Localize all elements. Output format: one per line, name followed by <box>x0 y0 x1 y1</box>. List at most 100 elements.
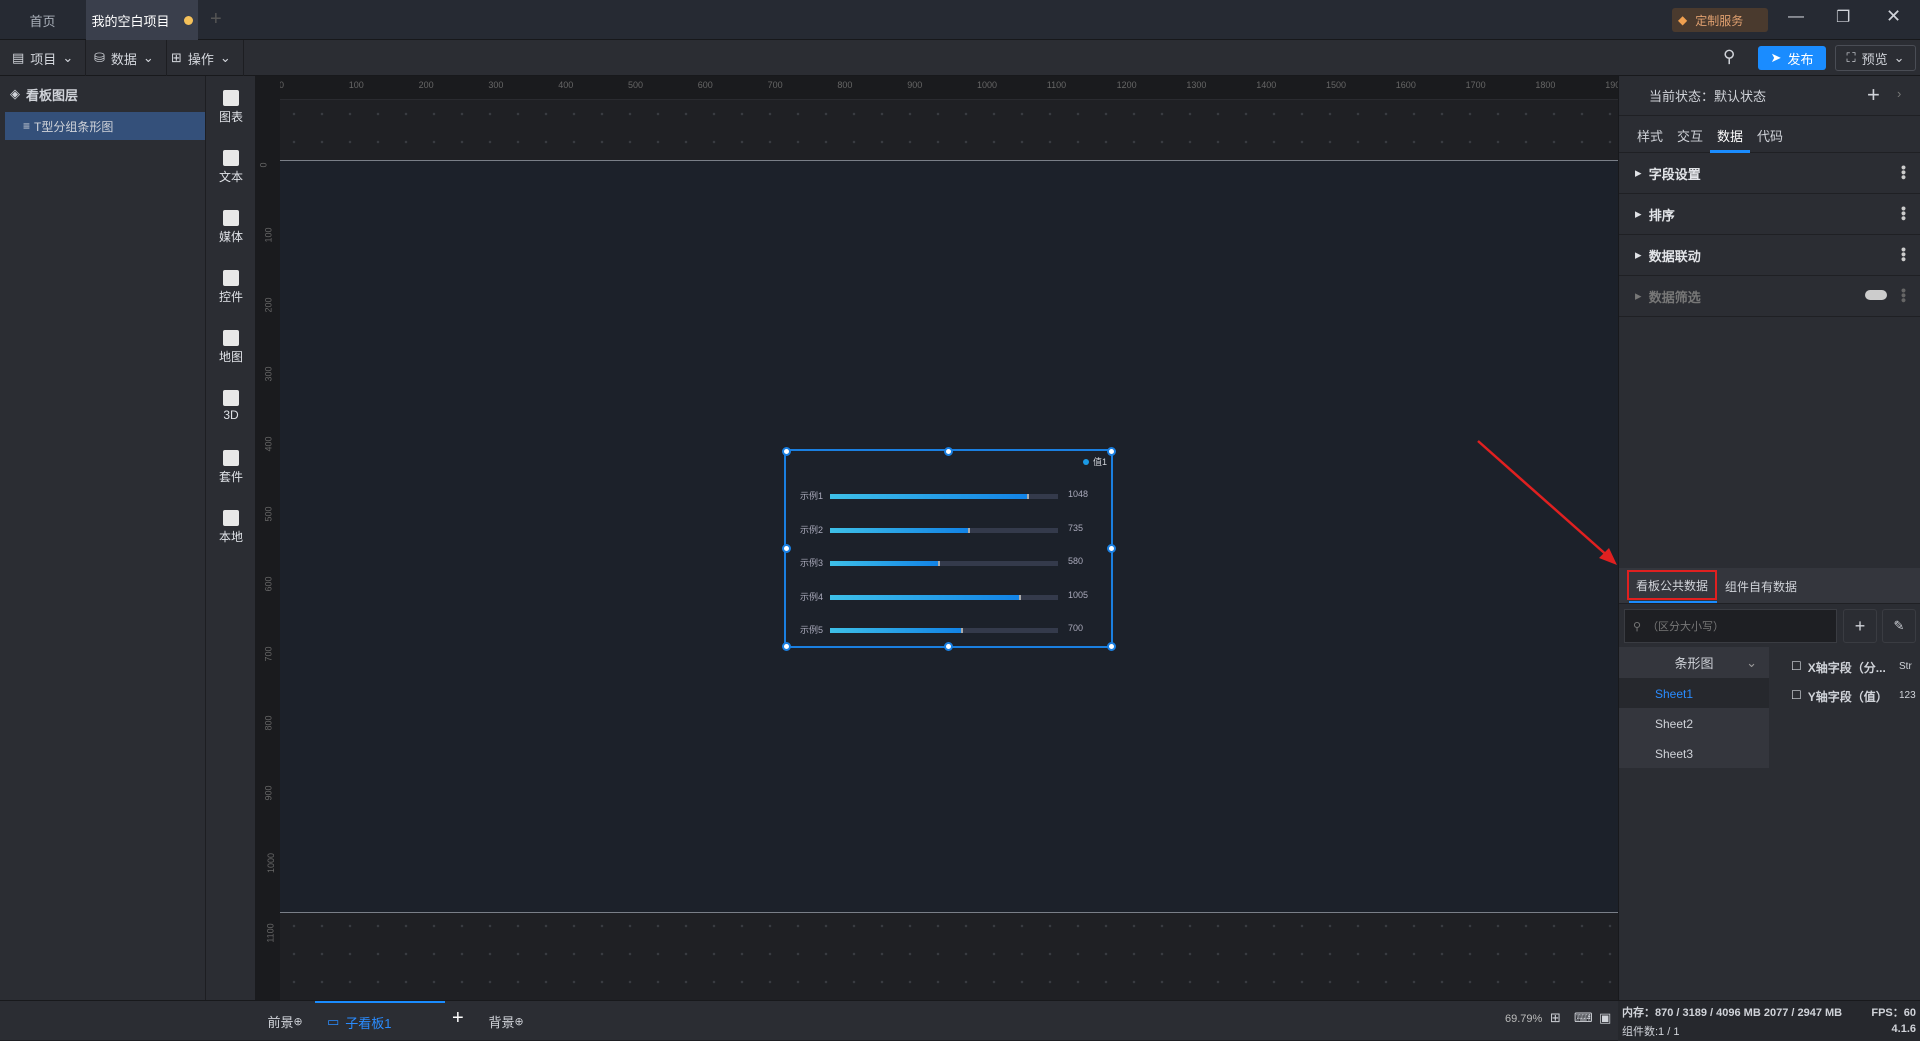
tab-data[interactable]: 数据 <box>1717 126 1743 145</box>
tab-code[interactable]: 代码 <box>1757 126 1783 145</box>
tool-kit[interactable]: 套件 <box>206 450 256 485</box>
foreground-tab[interactable]: 前景 ⊕ <box>255 1001 315 1041</box>
tab-public-data[interactable]: 看板公共数据 <box>1627 570 1717 600</box>
field-row[interactable]: ☐ X轴字段（分... <box>1791 659 1886 676</box>
checkbox[interactable]: ☐ <box>1791 659 1802 676</box>
layer-item[interactable]: ≡ T型分组条形图 <box>5 112 205 140</box>
resize-handle[interactable] <box>944 641 953 651</box>
ruler-tick-label: 1100 <box>1046 80 1067 90</box>
tool-text[interactable]: 文本 <box>206 150 256 185</box>
more-icon[interactable]: ••• <box>1896 206 1912 221</box>
bar <box>830 494 1030 499</box>
restore-button[interactable]: ❐ <box>1836 7 1850 27</box>
more-icon[interactable]: ••• <box>1896 165 1912 180</box>
chevron-right-icon[interactable]: › <box>1897 86 1901 101</box>
resize-handle[interactable] <box>944 446 953 456</box>
more-icon[interactable]: ••• <box>1896 288 1912 303</box>
tool-label: 本地 <box>218 530 243 544</box>
sheet-item-1[interactable]: Sheet1 <box>1619 678 1769 708</box>
search-icon[interactable]: ⚲ <box>1723 47 1735 67</box>
bar <box>830 594 1021 600</box>
search-input[interactable]: ⚲ （区分大小写） <box>1624 609 1837 643</box>
tool-chart[interactable]: 图表 <box>206 90 256 125</box>
foreground-label: 前景 <box>267 1014 294 1030</box>
resize-handle[interactable] <box>781 641 791 651</box>
status-panel: 内存：870 / 3189 / 4096 MB 2077 / 2947 MB F… <box>1618 1001 1920 1041</box>
tool-media[interactable]: 媒体 <box>206 210 256 245</box>
dataset-select[interactable]: 条形图 ⌄ <box>1619 647 1769 678</box>
resize-handle[interactable] <box>1106 544 1116 553</box>
close-button[interactable]: ✕ <box>1886 6 1901 27</box>
field-row[interactable]: ☐ Y轴字段（值） <box>1791 688 1888 705</box>
section-label: 数据筛选 <box>1648 289 1701 305</box>
menu-project[interactable]: ▤ 项目 ⌄ <box>0 40 87 76</box>
tab-style[interactable]: 样式 <box>1637 126 1663 145</box>
section-label: 排序 <box>1648 207 1675 223</box>
menu-operation[interactable]: ⊞ 操作 ⌄ <box>159 40 244 76</box>
bar-category-label: 示例3 <box>800 558 824 568</box>
tab-project[interactable]: 我的空白项目 <box>86 0 198 40</box>
legend-label: 值1 <box>1092 457 1107 467</box>
filter-toggle[interactable] <box>1865 290 1887 300</box>
preview-button[interactable]: ⛶ 预览 ⌄ <box>1835 45 1916 71</box>
layer-label: T型分组条形图 <box>34 119 114 134</box>
annotation-arrow <box>1477 440 1617 565</box>
tab-home[interactable]: 首页 <box>0 0 85 40</box>
resize-handle[interactable] <box>1106 641 1116 651</box>
add-state-button[interactable]: + <box>1867 82 1880 108</box>
add-board-button[interactable]: + <box>452 1007 464 1030</box>
tool-control[interactable]: 控件 <box>206 270 256 305</box>
minimize-button[interactable]: — <box>1788 8 1804 26</box>
background-tab[interactable]: 背景 ⊕ <box>476 1001 536 1041</box>
tab-interaction[interactable]: 交互 <box>1677 126 1703 145</box>
menu-data[interactable]: ⛁ 数据 ⌄ <box>82 40 167 76</box>
bar-chart-widget[interactable]: 值1 示例1 1048 示例2 735 示例3 580 示例4 1005 示例5 700 <box>781 446 1116 651</box>
bar-track <box>830 594 1058 600</box>
terminal-icon[interactable]: ▣ <box>1599 1010 1611 1026</box>
ruler-tick-label: 1400 <box>1256 80 1277 90</box>
bar-value-label: 580 <box>1068 556 1084 566</box>
vertical-ruler: 0 100 200 300 400 500 600 700 800 900 1000 1100 <box>255 76 280 1000</box>
edit-icon[interactable]: ✎ <box>1882 609 1916 643</box>
resize-handle[interactable] <box>1106 446 1116 456</box>
sheet-item-2[interactable]: Sheet2 <box>1619 708 1769 738</box>
layers-icon: ◈ <box>10 86 20 101</box>
resize-handle[interactable] <box>781 446 791 456</box>
resize-handle[interactable] <box>781 544 791 553</box>
keyboard-icon[interactable]: ⌨ <box>1574 1010 1593 1026</box>
section-data-linkage[interactable]: ▸ 数据联动 ••• <box>1619 235 1920 276</box>
tab-own-data[interactable]: 组件自有数据 <box>1725 578 1797 595</box>
ruler-tick-label: 1000 <box>266 852 277 874</box>
ruler-tick-label: 1500 <box>1326 80 1347 90</box>
section-data-filter[interactable]: ▸ 数据筛选 ••• <box>1619 276 1920 317</box>
bar-track <box>830 527 1058 533</box>
section-sort[interactable]: ▸ 排序 ••• <box>1619 194 1920 235</box>
field-name: Y轴字段（值） <box>1807 690 1888 704</box>
preview-label: 预览 <box>1861 51 1888 67</box>
tool-map[interactable]: 地图 <box>206 330 256 365</box>
add-circle-icon[interactable]: ⊕ <box>514 1015 523 1028</box>
ruler-tick-label: 300 <box>263 366 274 382</box>
tool-3d[interactable]: 3D <box>206 390 256 422</box>
add-circle-icon[interactable]: ⊕ <box>293 1015 302 1028</box>
add-dataset-button[interactable]: + <box>1843 609 1877 643</box>
tool-label: 3D <box>223 408 239 422</box>
properties-panel: 当前状态：默认状态 + › 样式 交互 数据 代码 ▸ 字段设置 ••• ▸ 排序… <box>1618 76 1920 1000</box>
ruler-tick-label: 100 <box>263 227 274 243</box>
section-field-settings[interactable]: ▸ 字段设置 ••• <box>1619 153 1920 194</box>
new-tab-button[interactable]: + <box>210 8 222 31</box>
checkbox[interactable]: ☐ <box>1791 688 1802 705</box>
bar-category-label: 示例4 <box>800 591 824 602</box>
list-icon <box>223 270 239 286</box>
more-icon[interactable]: ••• <box>1896 247 1912 262</box>
sheet-item-3[interactable]: Sheet3 <box>1619 738 1769 768</box>
bar-row: 示例3 580 <box>800 556 1110 570</box>
menu-label: 项目 <box>30 51 57 67</box>
tool-local[interactable]: 本地 <box>206 510 256 545</box>
publish-button[interactable]: ➤ 发布 <box>1758 46 1826 70</box>
fit-screen-icon[interactable]: ⊞ <box>1550 1010 1561 1026</box>
bar-track <box>830 561 1058 566</box>
custom-service-button[interactable]: ◆ 定制服务 <box>1672 8 1768 32</box>
sub-board-tab[interactable]: ▭ 子看板1 <box>315 1001 445 1041</box>
database-icon: ⛁ <box>94 50 105 65</box>
